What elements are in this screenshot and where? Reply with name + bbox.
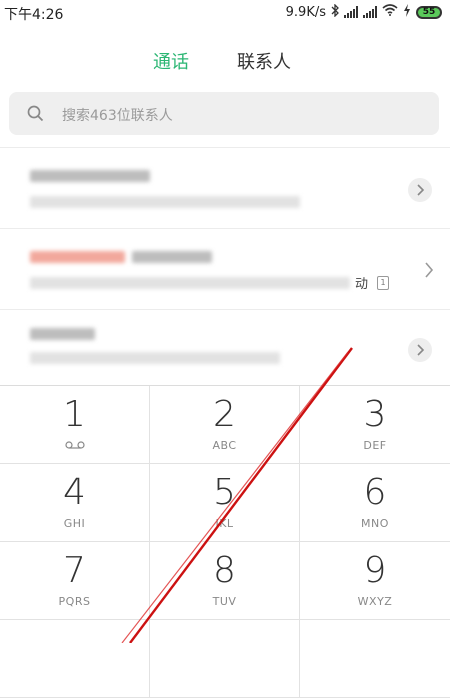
key-star[interactable] (0, 620, 150, 698)
call-detail (30, 277, 350, 289)
key-letters: MNO (361, 517, 389, 530)
signal-icon (363, 6, 377, 18)
key-digit: 1 (63, 394, 86, 435)
call-detail (30, 352, 280, 364)
key-letters: WXYZ (357, 595, 393, 608)
bluetooth-icon (331, 2, 339, 21)
key-6[interactable]: 6 MNO (300, 464, 450, 542)
key-letters: DEF (363, 439, 387, 452)
chevron-right-icon (417, 344, 425, 356)
search-icon (27, 105, 44, 122)
status-indicators: 9.9K/s 55 (285, 2, 442, 21)
call-type-text: 动 (355, 277, 369, 292)
key-letters: JKL (215, 517, 234, 530)
chevron-right-icon (417, 184, 425, 196)
key-digit: 4 (63, 472, 86, 513)
sim-badge: 1 (377, 276, 389, 290)
contact-name (30, 170, 150, 182)
status-bar: 下午4:26 9.9K/s 55 (0, 0, 450, 24)
search-placeholder: 搜索463位联系人 (62, 108, 173, 124)
voicemail-icon (65, 441, 85, 449)
list-item[interactable] (0, 229, 450, 309)
key-8[interactable]: 8 TUV (150, 542, 300, 620)
key-9[interactable]: 9 WXYZ (300, 542, 450, 620)
tab-contacts[interactable]: 联系人 (237, 48, 291, 74)
contact-name (30, 328, 95, 340)
key-3[interactable]: 3 DEF (300, 386, 450, 464)
key-letters: ABC (212, 439, 237, 452)
charging-icon (403, 3, 411, 21)
key-hash[interactable] (300, 620, 450, 698)
details-button[interactable] (408, 338, 432, 362)
net-speed: 9.9K/s (285, 4, 326, 20)
key-digit: 3 (363, 394, 387, 435)
key-digit: 2 (213, 394, 236, 435)
key-digit: 9 (363, 550, 387, 591)
key-letters: GHI (63, 517, 86, 530)
chevron-right-icon[interactable] (424, 262, 434, 278)
key-2[interactable]: 2 ABC (150, 386, 300, 464)
key-digit: 6 (363, 472, 387, 513)
key-digit: 5 (213, 472, 236, 513)
list-item[interactable] (0, 148, 450, 228)
contact-name (30, 251, 125, 263)
key-1[interactable]: 1 (0, 386, 150, 464)
key-letters: PQRS (58, 595, 91, 608)
search-bar[interactable]: 搜索463位联系人 (9, 92, 439, 135)
tab-calls[interactable]: 通话 (153, 48, 189, 74)
key-5[interactable]: 5 JKL (150, 464, 300, 542)
key-letters: TUV (212, 595, 237, 608)
key-digit: 7 (63, 550, 86, 591)
status-time: 下午4:26 (4, 7, 64, 23)
call-detail (30, 196, 300, 208)
key-7[interactable]: 7 PQRS (0, 542, 150, 620)
dial-keypad: 1 2 ABC 3 DEF 4 GHI 5 JKL 6 MNO 7 PQRS 8… (0, 385, 450, 698)
key-digit: 8 (213, 550, 236, 591)
battery-icon: 55 (416, 5, 442, 19)
details-button[interactable] (408, 178, 432, 202)
key-4[interactable]: 4 GHI (0, 464, 150, 542)
signal-icon (344, 6, 358, 18)
contact-name (132, 251, 212, 263)
list-item[interactable] (0, 310, 450, 385)
key-0[interactable] (150, 620, 300, 698)
wifi-icon (382, 4, 398, 20)
